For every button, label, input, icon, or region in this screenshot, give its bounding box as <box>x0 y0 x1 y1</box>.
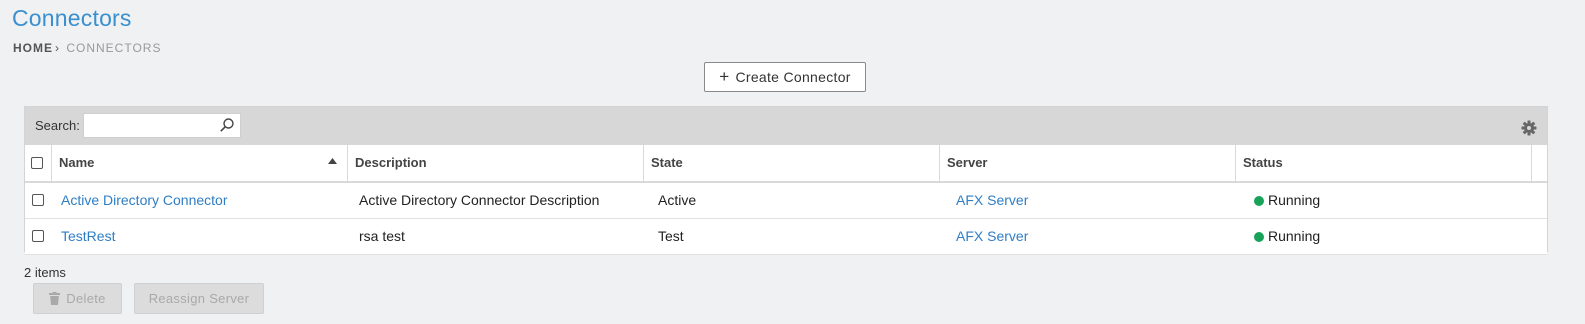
breadcrumb: HOME › CONNECTORS <box>13 41 161 55</box>
delete-button[interactable]: Delete <box>33 283 122 314</box>
grid-header-row: Name Description State Server Status <box>25 145 1547 183</box>
table-row[interactable]: Active Directory Connector Active Direct… <box>25 183 1547 219</box>
status-dot-icon <box>1254 196 1264 206</box>
trash-icon <box>49 292 61 305</box>
table-row[interactable]: TestRest rsa test Test AFX Server Runnin… <box>25 219 1547 255</box>
delete-label: Delete <box>66 291 106 306</box>
column-header-state[interactable]: State <box>644 145 940 181</box>
connector-name-link[interactable]: Active Directory Connector <box>61 183 228 218</box>
create-connector-label: Create Connector <box>735 69 851 85</box>
server-link[interactable]: AFX Server <box>956 183 1028 218</box>
column-header-state-label: State <box>651 155 683 170</box>
items-count: 2 items <box>24 265 66 280</box>
breadcrumb-separator: › <box>55 41 60 55</box>
row-checkbox[interactable] <box>32 230 44 242</box>
connector-state: Active <box>658 192 697 208</box>
create-connector-button[interactable]: + Create Connector <box>704 62 866 92</box>
status-cell: Running <box>1254 219 1320 254</box>
search-input[interactable] <box>84 114 222 137</box>
column-header-status[interactable]: Status <box>1236 145 1532 181</box>
connector-description: rsa test <box>359 228 405 244</box>
page-title: Connectors <box>12 5 132 31</box>
search-label: Search: <box>35 118 80 133</box>
column-header-description-label: Description <box>355 155 427 170</box>
connector-name-link[interactable]: TestRest <box>61 219 115 254</box>
column-header-server[interactable]: Server <box>940 145 1236 181</box>
search-icon[interactable] <box>219 117 235 133</box>
column-header-name-label: Name <box>59 155 95 170</box>
reassign-server-label: Reassign Server <box>148 291 250 306</box>
column-header-server-label: Server <box>947 155 988 170</box>
select-all-checkbox[interactable] <box>31 157 43 169</box>
sort-ascending-icon <box>328 158 337 164</box>
status-cell: Running <box>1254 183 1320 218</box>
select-all-cell <box>25 145 52 181</box>
reassign-server-button[interactable]: Reassign Server <box>134 283 264 314</box>
status-text: Running <box>1268 228 1321 244</box>
status-text: Running <box>1268 192 1321 208</box>
breadcrumb-current: CONNECTORS <box>66 41 162 55</box>
column-header-name[interactable]: Name <box>52 145 348 181</box>
search-box <box>83 113 241 138</box>
connector-description: Active Directory Connector Description <box>359 192 600 208</box>
column-header-status-label: Status <box>1243 155 1283 170</box>
gear-icon[interactable] <box>1521 120 1537 136</box>
server-link[interactable]: AFX Server <box>956 219 1028 254</box>
column-header-description[interactable]: Description <box>348 145 644 181</box>
grid-toolbar: Search: <box>25 107 1547 145</box>
row-checkbox[interactable] <box>32 194 44 206</box>
connectors-grid: Search: Name Description State Server St… <box>24 106 1548 255</box>
plus-icon: + <box>719 66 730 86</box>
connector-state: Test <box>658 228 684 244</box>
breadcrumb-home[interactable]: HOME <box>13 41 53 55</box>
status-dot-icon <box>1254 232 1264 242</box>
